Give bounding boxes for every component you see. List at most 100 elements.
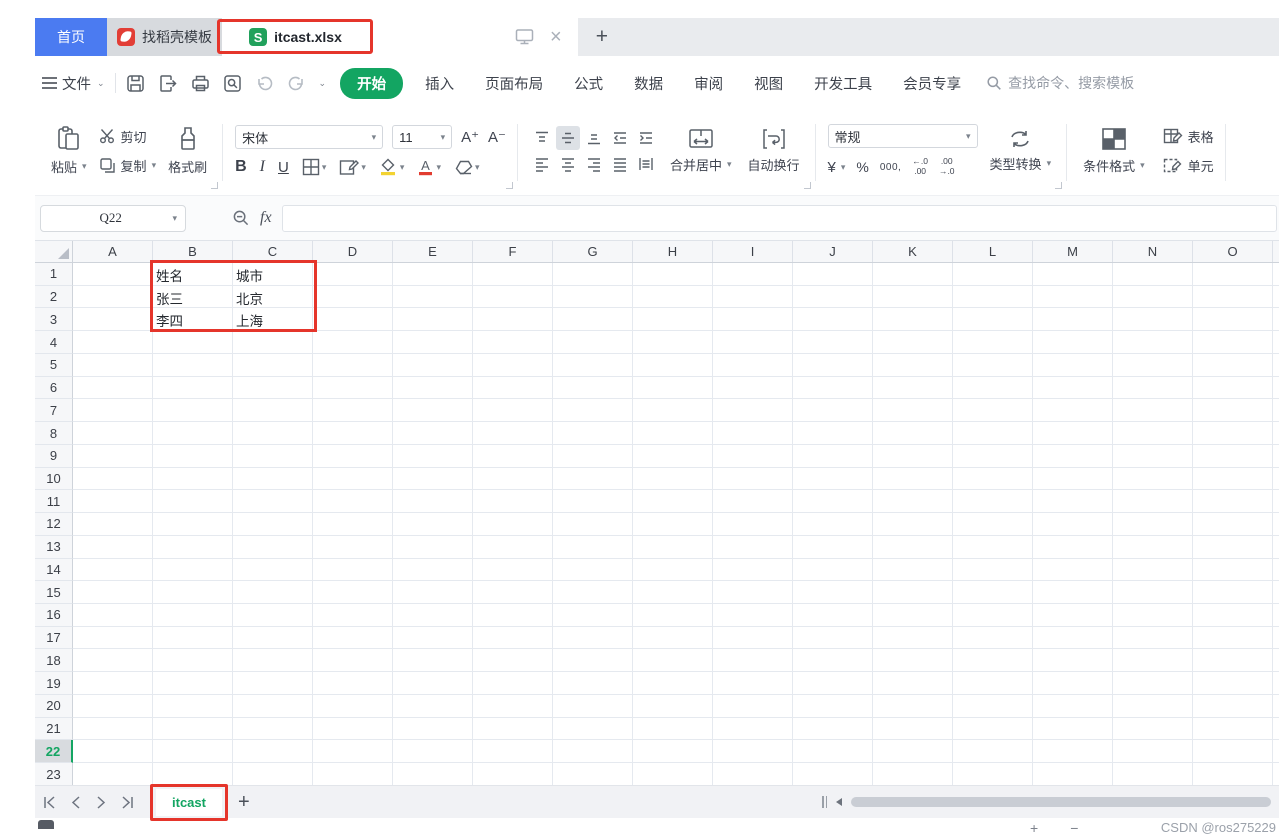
- cell-I20[interactable]: [713, 694, 793, 718]
- cell-O1[interactable]: [1193, 263, 1273, 286]
- cell-D5[interactable]: [313, 353, 393, 377]
- cell-F10[interactable]: [473, 467, 553, 491]
- select-all-corner[interactable]: [35, 241, 73, 262]
- eraser-button[interactable]: ▾: [454, 159, 480, 176]
- cell-F1[interactable]: [473, 263, 553, 286]
- justify-button[interactable]: [608, 152, 632, 176]
- cell-B22[interactable]: [153, 740, 233, 764]
- cell-K1[interactable]: [873, 263, 953, 286]
- cell-K22[interactable]: [873, 740, 953, 764]
- cell-H1[interactable]: [633, 263, 713, 286]
- cell-M14[interactable]: [1033, 558, 1113, 582]
- row-header-18[interactable]: 18: [35, 649, 73, 673]
- column-header-F[interactable]: F: [473, 241, 553, 262]
- menu-item-8[interactable]: 开发工具: [805, 68, 881, 99]
- cell-K6[interactable]: [873, 376, 953, 400]
- font-color-button[interactable]: A ▾: [417, 158, 441, 176]
- column-header-M[interactable]: M: [1033, 241, 1113, 262]
- row-header-10[interactable]: 10: [35, 467, 73, 491]
- cell-M15[interactable]: [1033, 581, 1113, 605]
- cell-A7[interactable]: [73, 399, 153, 423]
- cell-I22[interactable]: [713, 740, 793, 764]
- cell-D23[interactable]: [313, 763, 393, 785]
- cell-D14[interactable]: [313, 558, 393, 582]
- cell-K8[interactable]: [873, 422, 953, 445]
- cell-C21[interactable]: [233, 717, 313, 741]
- cell-G4[interactable]: [553, 331, 633, 354]
- cell-G18[interactable]: [553, 649, 633, 673]
- cell-G6[interactable]: [553, 376, 633, 400]
- cell-J13[interactable]: [793, 535, 873, 559]
- cell-L23[interactable]: [953, 763, 1033, 785]
- cell-N18[interactable]: [1113, 649, 1193, 673]
- cell-M10[interactable]: [1033, 467, 1113, 491]
- cell-K16[interactable]: [873, 604, 953, 627]
- row-header-23[interactable]: 23: [35, 763, 73, 785]
- cell-G21[interactable]: [553, 717, 633, 741]
- cell-E9[interactable]: [393, 444, 473, 468]
- cell-L8[interactable]: [953, 422, 1033, 445]
- cell-J14[interactable]: [793, 558, 873, 582]
- cell-E20[interactable]: [393, 694, 473, 718]
- cell-J6[interactable]: [793, 376, 873, 400]
- cell-A22[interactable]: [73, 740, 153, 764]
- cell-M11[interactable]: [1033, 490, 1113, 514]
- cell-J9[interactable]: [793, 444, 873, 468]
- cell-B7[interactable]: [153, 399, 233, 423]
- cell-O20[interactable]: [1193, 694, 1273, 718]
- cell-N2[interactable]: [1113, 285, 1193, 309]
- cell-A12[interactable]: [73, 513, 153, 536]
- cell-F22[interactable]: [473, 740, 553, 764]
- cell-C5[interactable]: [233, 353, 313, 377]
- cell-A10[interactable]: [73, 467, 153, 491]
- cell-N1[interactable]: [1113, 263, 1193, 286]
- cell-D4[interactable]: [313, 331, 393, 354]
- font-size-select[interactable]: 11 ▾: [392, 125, 453, 149]
- cell-A9[interactable]: [73, 444, 153, 468]
- cell-C2[interactable]: 北京: [233, 285, 313, 309]
- cell-I6[interactable]: [713, 376, 793, 400]
- cell-A20[interactable]: [73, 694, 153, 718]
- print-preview-icon[interactable]: [223, 74, 242, 93]
- cell-A5[interactable]: [73, 353, 153, 377]
- cell-A15[interactable]: [73, 581, 153, 605]
- cell-H23[interactable]: [633, 763, 713, 785]
- cell-I2[interactable]: [713, 285, 793, 309]
- zoom-formula-icon[interactable]: [232, 209, 250, 227]
- cell-O22[interactable]: [1193, 740, 1273, 764]
- cell-L22[interactable]: [953, 740, 1033, 764]
- previous-sheet-icon[interactable]: [71, 795, 81, 809]
- cell-H5[interactable]: [633, 353, 713, 377]
- cell-J4[interactable]: [793, 331, 873, 354]
- name-box[interactable]: Q22 ▾: [40, 204, 186, 232]
- cell-H7[interactable]: [633, 399, 713, 423]
- cell-F14[interactable]: [473, 558, 553, 582]
- cell-F5[interactable]: [473, 353, 553, 377]
- cell-A13[interactable]: [73, 535, 153, 559]
- cell-J7[interactable]: [793, 399, 873, 423]
- cell-J8[interactable]: [793, 422, 873, 445]
- cell-I14[interactable]: [713, 558, 793, 582]
- cell-J12[interactable]: [793, 513, 873, 536]
- column-header-A[interactable]: A: [73, 241, 153, 262]
- cell-G2[interactable]: [553, 285, 633, 309]
- cell-K13[interactable]: [873, 535, 953, 559]
- cell-E7[interactable]: [393, 399, 473, 423]
- cell-K17[interactable]: [873, 626, 953, 650]
- cell-M9[interactable]: [1033, 444, 1113, 468]
- cell-N14[interactable]: [1113, 558, 1193, 582]
- cell-J2[interactable]: [793, 285, 873, 309]
- zoom-out-icon[interactable]: −: [1070, 820, 1078, 836]
- quickbar-caret-icon[interactable]: ⌄: [319, 78, 327, 89]
- cell-A21[interactable]: [73, 717, 153, 741]
- cell-J18[interactable]: [793, 649, 873, 673]
- cell-N10[interactable]: [1113, 467, 1193, 491]
- row-header-21[interactable]: 21: [35, 717, 73, 741]
- column-header-B[interactable]: B: [153, 241, 233, 262]
- column-header-H[interactable]: H: [633, 241, 713, 262]
- cell-N22[interactable]: [1113, 740, 1193, 764]
- cell-G13[interactable]: [553, 535, 633, 559]
- cell-L14[interactable]: [953, 558, 1033, 582]
- row-header-8[interactable]: 8: [35, 422, 73, 445]
- cell-G14[interactable]: [553, 558, 633, 582]
